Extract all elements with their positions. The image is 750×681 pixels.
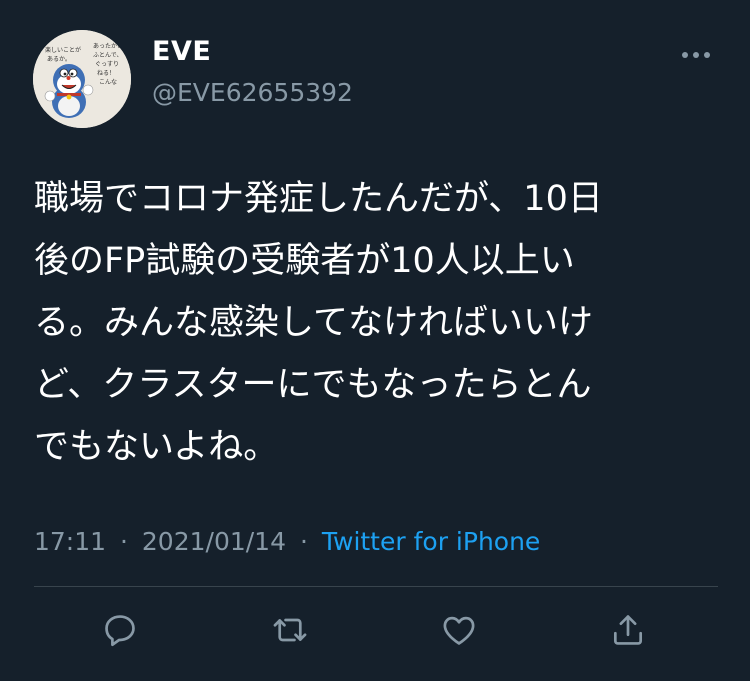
more-icon (682, 52, 710, 58)
display-name[interactable]: EVE (152, 36, 211, 67)
retweet-icon (273, 618, 307, 642)
more-button[interactable] (676, 40, 716, 70)
user-handle[interactable]: @EVE62655392 (152, 78, 353, 107)
tweet-metadata: 17:11 · 2021/01/14 · Twitter for iPhone (34, 527, 540, 556)
tweet-detail: あったかい ふとんで、 ぐっすり ねる！ こんな 楽しいことが あるか。 EVE… (0, 0, 750, 681)
doraemon-character-avatar-icon: あったかい ふとんで、 ぐっすり ねる！ こんな 楽しいことが あるか。 (33, 30, 131, 128)
tweet-date: 2021/01/14 (141, 527, 286, 556)
meta-separator: · (120, 527, 128, 556)
share-icon (613, 615, 643, 645)
reply-button[interactable] (98, 608, 142, 652)
retweet-button[interactable] (268, 608, 312, 652)
svg-text:こんな: こんな (99, 79, 117, 86)
divider (34, 586, 718, 587)
svg-text:ねる！: ねる！ (97, 70, 115, 77)
tweet-text: 職場でコロナ発症したんだが、10日 後のFP試験の受験者が10人以上い る。みん… (34, 179, 603, 467)
tweet-time: 17:11 (34, 527, 107, 556)
share-button[interactable] (606, 608, 650, 652)
svg-text:あるか。: あるか。 (47, 56, 71, 63)
avatar[interactable]: あったかい ふとんで、 ぐっすり ねる！ こんな 楽しいことが あるか。 (33, 30, 131, 128)
svg-text:楽しいことが: 楽しいことが (45, 46, 81, 54)
tweet-source-link[interactable]: Twitter for iPhone (322, 527, 540, 556)
like-button[interactable] (437, 608, 481, 652)
svg-text:ぐっすり: ぐっすり (95, 61, 119, 68)
svg-text:ふとんで、: ふとんで、 (93, 52, 122, 59)
reply-icon (105, 615, 135, 647)
meta-separator: · (299, 527, 308, 556)
like-icon (443, 616, 475, 645)
svg-text:あったかい: あったかい (93, 43, 123, 50)
action-bar (0, 608, 750, 652)
